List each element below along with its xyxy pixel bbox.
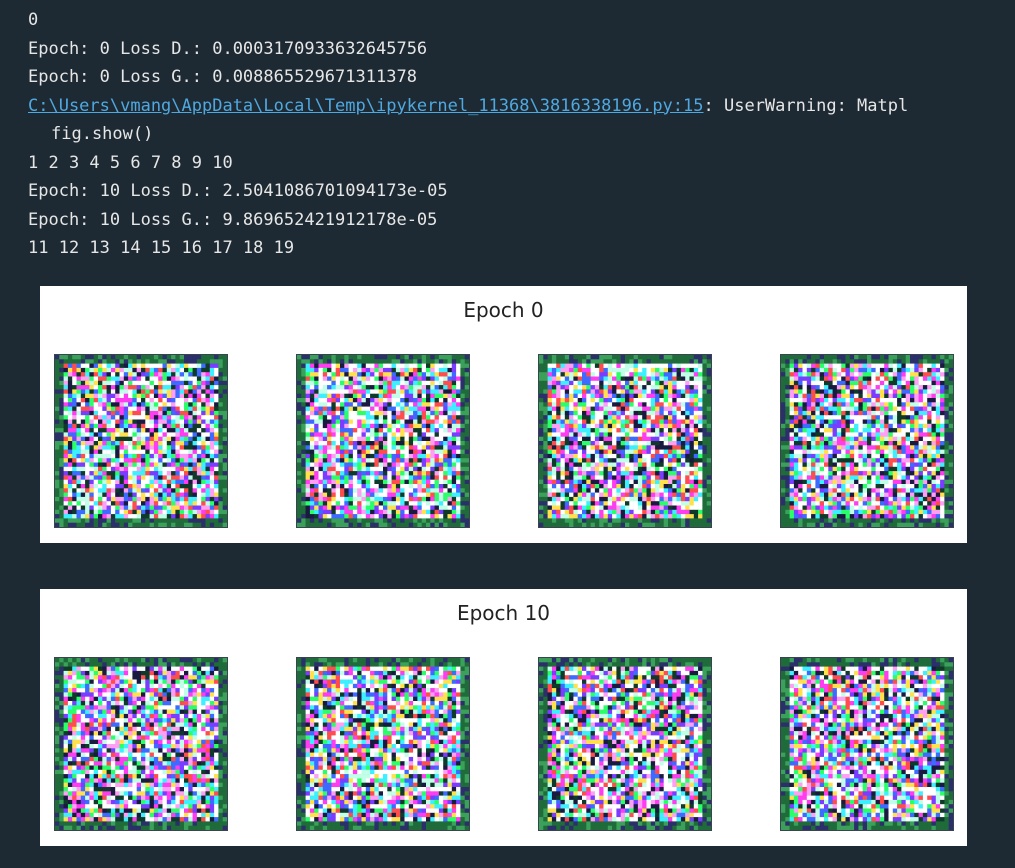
warning-text: : UserWarning: Matpl <box>703 95 909 116</box>
noise-pattern <box>297 355 469 527</box>
noise-pattern <box>55 658 227 830</box>
generated-image <box>538 657 712 831</box>
noise-pattern <box>297 658 469 830</box>
noise-pattern <box>539 658 711 830</box>
noise-pattern <box>55 355 227 527</box>
noise-pattern <box>539 355 711 527</box>
output-line: 11 12 13 14 15 16 17 18 19 <box>28 238 295 258</box>
figure-epoch-10: Epoch 10 <box>40 589 967 846</box>
figure-epoch-0: Epoch 0 <box>40 286 967 543</box>
generated-image <box>54 657 228 831</box>
output-line: Epoch: 0 Loss D.: 0.0003170933632645756 <box>28 38 428 59</box>
generated-image <box>780 657 954 831</box>
output-line: Epoch: 0 Loss G.: 0.008865529671311378 <box>28 67 417 87</box>
noise-pattern <box>781 658 953 830</box>
generated-image <box>296 354 470 528</box>
output-line: 0 <box>28 10 39 30</box>
output-line: Epoch: 10 Loss D.: 2.5041086701094173e-0… <box>28 181 448 201</box>
noise-pattern <box>781 355 953 527</box>
generated-image <box>538 354 712 528</box>
output-line: 1 2 3 4 5 6 7 8 9 10 <box>28 152 233 173</box>
figure-title: Epoch 0 <box>463 298 544 322</box>
generated-image <box>54 354 228 528</box>
generated-image <box>780 354 954 528</box>
output-line: Epoch: 10 Loss G.: 9.869652421912178e-05 <box>28 209 438 230</box>
cell-output: 0 Epoch: 0 Loss D.: 0.000317093363264575… <box>28 6 1015 263</box>
figure-title: Epoch 10 <box>456 601 551 625</box>
generated-image <box>296 657 470 831</box>
output-line: fig.show() <box>28 120 1015 149</box>
warning-line: C:\Users\vmang\AppData\Local\Temp\ipyker… <box>28 92 1015 121</box>
traceback-file-link[interactable]: C:\Users\vmang\AppData\Local\Temp\ipyker… <box>28 96 704 116</box>
warning-code-text: fig.show() <box>51 124 154 144</box>
